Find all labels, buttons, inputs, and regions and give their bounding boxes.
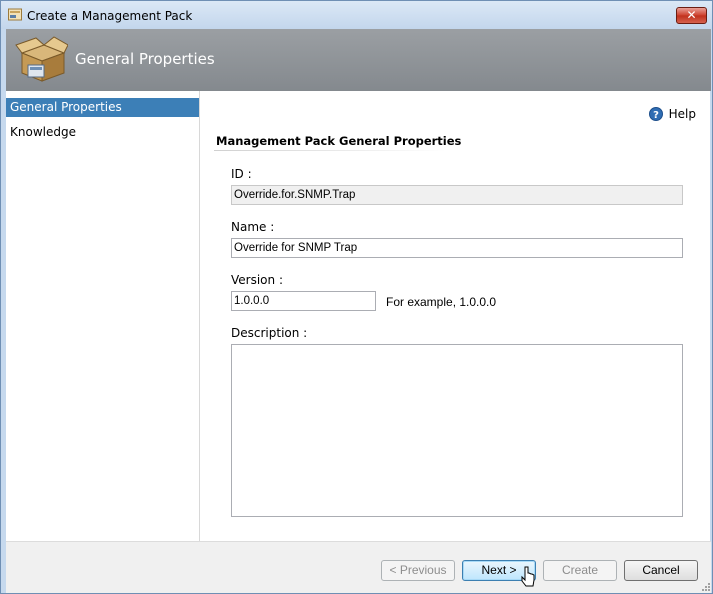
page-title: General Properties — [75, 50, 215, 68]
wizard-footer: < Previous Next > Create Cancel — [6, 541, 711, 593]
help-label: Help — [668, 107, 696, 121]
mouse-pointer-icon — [521, 566, 535, 587]
description-label: Description : — [231, 326, 308, 340]
package-box-icon — [15, 36, 68, 82]
resize-grip-icon[interactable] — [700, 581, 710, 591]
svg-text:?: ? — [653, 110, 659, 121]
title-bar[interactable]: Create a Management Pack ✕ — [1, 1, 712, 29]
create-button[interactable]: Create — [543, 560, 617, 581]
management-pack-app-icon — [8, 8, 22, 21]
close-button[interactable]: ✕ — [676, 7, 707, 24]
window-title: Create a Management Pack — [27, 9, 193, 23]
sidebar-item-knowledge[interactable]: Knowledge — [6, 123, 199, 142]
help-icon: ? — [648, 107, 663, 121]
section-title: Management Pack General Properties — [216, 134, 462, 148]
create-management-pack-window: Create a Management Pack ✕ General Prope… — [0, 0, 713, 594]
description-textarea[interactable] — [231, 344, 683, 517]
version-example-hint: For example, 1.0.0.0 — [386, 295, 497, 309]
version-field[interactable]: 1.0.0.0 — [231, 291, 376, 311]
cancel-button[interactable]: Cancel — [624, 560, 698, 581]
name-label: Name : — [231, 220, 275, 234]
name-field[interactable]: Override for SNMP Trap — [231, 238, 683, 258]
sidebar-item-general-properties[interactable]: General Properties — [6, 98, 199, 117]
section-divider — [214, 150, 446, 151]
close-icon: ✕ — [686, 8, 697, 22]
previous-button[interactable]: < Previous — [381, 560, 455, 581]
header-banner: General Properties — [6, 29, 711, 91]
wizard-steps-sidebar: General Properties Knowledge — [6, 91, 200, 541]
help-link[interactable]: ? Help — [648, 107, 696, 121]
id-label: ID : — [231, 167, 252, 181]
general-properties-panel: ? Help Management Pack General Propertie… — [200, 91, 710, 541]
id-field: Override.for.SNMP.Trap — [231, 185, 683, 205]
version-label: Version : — [231, 273, 283, 287]
